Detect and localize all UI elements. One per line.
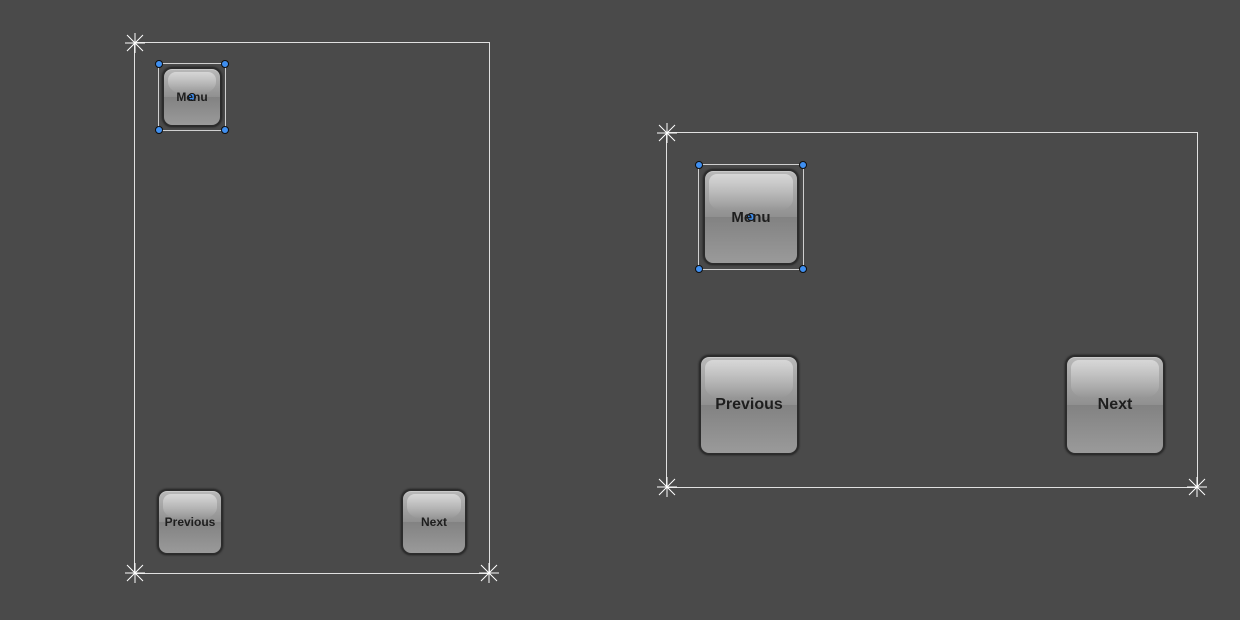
selection-handle-bottom-right[interactable]	[221, 126, 229, 134]
menu-button[interactable]: Menu	[162, 67, 222, 127]
next-button[interactable]: Next	[1065, 355, 1165, 455]
previous-button[interactable]: Previous	[699, 355, 799, 455]
device-panel-portrait[interactable]: Menu Previous Next	[134, 42, 490, 574]
menu-button-label: Menu	[176, 90, 207, 104]
selection-handle-bottom-left[interactable]	[155, 126, 163, 134]
previous-button[interactable]: Previous	[157, 489, 223, 555]
selection-handle-top-left[interactable]	[695, 161, 703, 169]
next-button-label: Next	[421, 515, 447, 529]
menu-button[interactable]: Menu	[703, 169, 799, 265]
selection-handle-bottom-right[interactable]	[799, 265, 807, 273]
selection-handle-top-left[interactable]	[155, 60, 163, 68]
anchor-star-icon	[479, 563, 499, 583]
anchor-star-icon	[657, 123, 677, 143]
anchor-star-icon	[125, 563, 145, 583]
next-button[interactable]: Next	[401, 489, 467, 555]
selection-handle-top-right[interactable]	[799, 161, 807, 169]
previous-button-label: Previous	[165, 515, 216, 529]
anchor-star-icon	[1187, 477, 1207, 497]
anchor-star-icon	[657, 477, 677, 497]
previous-button-label: Previous	[715, 396, 783, 414]
menu-button-label: Menu	[731, 209, 770, 226]
selection-handle-top-right[interactable]	[221, 60, 229, 68]
selection-handle-bottom-left[interactable]	[695, 265, 703, 273]
device-panel-landscape[interactable]: Menu Previous Next	[666, 132, 1198, 488]
next-button-label: Next	[1098, 396, 1133, 414]
anchor-star-icon	[125, 33, 145, 53]
